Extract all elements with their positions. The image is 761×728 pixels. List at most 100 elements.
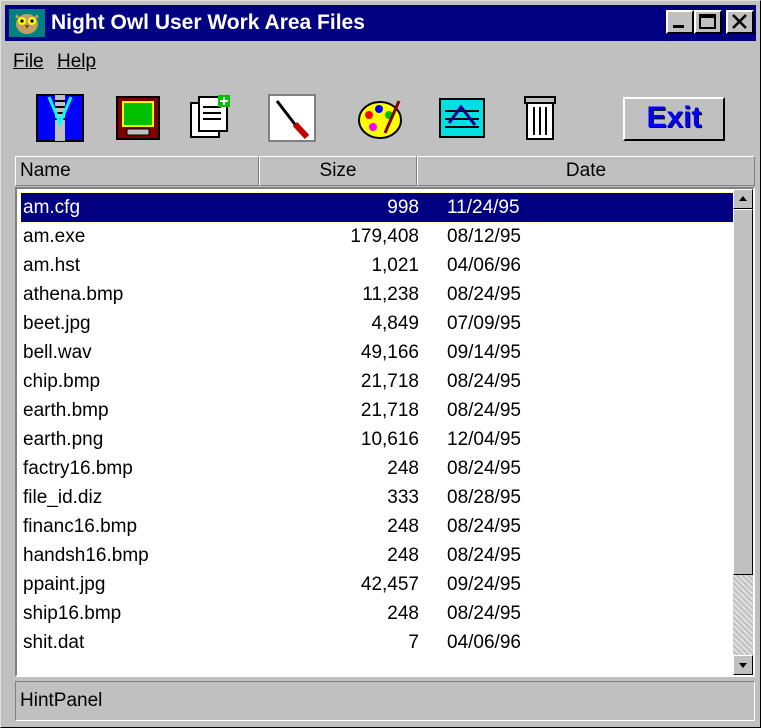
file-name: ppaint.jpg xyxy=(23,574,106,595)
menu-file[interactable]: File xyxy=(13,51,44,73)
file-rows: am.cfg 998 11/24/95 am.exe 179,408 08/12/95 am… xyxy=(20,192,734,657)
main-window: Night Owl User Work Area Files File Help xyxy=(0,0,761,728)
window-title: Night Owl User Work Area Files xyxy=(51,11,365,34)
monitor-icon[interactable] xyxy=(113,93,163,143)
file-row[interactable]: ship16.bmp 248 08/24/95 xyxy=(21,599,733,628)
menu-bar: File Help xyxy=(5,45,756,85)
owl-app-icon xyxy=(9,9,45,37)
file-size: 21,718 xyxy=(360,371,419,392)
file-row[interactable]: earth.bmp 21,718 08/24/95 xyxy=(21,396,733,425)
file-name: am.exe xyxy=(23,226,86,247)
file-size: 11,238 xyxy=(362,284,419,305)
palette-icon[interactable] xyxy=(355,93,405,143)
file-size: 42,457 xyxy=(360,574,419,595)
file-row[interactable]: financ16.bmp 248 08/24/95 xyxy=(21,512,733,541)
copy-new-icon[interactable] xyxy=(185,93,235,143)
file-row[interactable]: ppaint.jpg 42,457 09/24/95 xyxy=(21,570,733,599)
exit-button[interactable]: Exit xyxy=(623,97,725,141)
knife-icon[interactable] xyxy=(267,93,317,143)
file-name: file_id.diz xyxy=(23,487,103,508)
file-date: 08/24/95 xyxy=(447,516,521,537)
file-date: 08/24/95 xyxy=(447,603,521,624)
file-size: 248 xyxy=(387,516,419,537)
file-size: 998 xyxy=(387,197,419,218)
file-date: 07/09/95 xyxy=(447,313,521,334)
maximize-button[interactable] xyxy=(694,10,722,34)
file-row[interactable]: am.cfg 998 11/24/95 xyxy=(20,192,734,223)
scroll-thumb[interactable] xyxy=(733,209,753,575)
file-size: 248 xyxy=(387,603,419,624)
file-name: am.cfg xyxy=(23,197,81,218)
file-name: financ16.bmp xyxy=(23,516,138,537)
file-size: 248 xyxy=(387,545,419,566)
column-header: Name Size Date xyxy=(15,156,755,186)
file-name: chip.bmp xyxy=(23,371,101,392)
scan-image-icon[interactable] xyxy=(437,93,487,143)
vertical-scrollbar[interactable] xyxy=(733,189,753,675)
file-row[interactable]: am.exe 179,408 08/12/95 xyxy=(21,222,733,251)
file-size: 49,166 xyxy=(360,342,419,363)
hint-panel: HintPanel xyxy=(15,681,755,721)
file-date: 08/12/95 xyxy=(447,226,521,247)
file-date: 08/24/95 xyxy=(447,458,521,479)
file-date: 08/24/95 xyxy=(447,400,521,421)
file-date: 09/14/95 xyxy=(447,342,521,363)
file-date: 08/24/95 xyxy=(447,371,521,392)
file-row[interactable]: handsh16.bmp 248 08/24/95 xyxy=(21,541,733,570)
minimize-icon xyxy=(673,25,684,28)
file-row[interactable]: am.hst 1,021 04/06/96 xyxy=(21,251,733,280)
toolbar: Exit xyxy=(5,89,756,147)
file-date: 04/06/96 xyxy=(447,255,521,276)
file-row[interactable]: beet.jpg 4,849 07/09/95 xyxy=(21,309,733,338)
file-date: 12/04/95 xyxy=(447,429,521,450)
scroll-down-button[interactable] xyxy=(733,655,753,675)
file-date: 11/24/95 xyxy=(447,197,520,218)
close-icon xyxy=(732,14,747,29)
file-size: 179,408 xyxy=(350,226,419,247)
file-row[interactable]: file_id.diz 333 08/28/95 xyxy=(21,483,733,512)
file-row[interactable]: earth.png 10,616 12/04/95 xyxy=(21,425,733,454)
file-date: 08/28/95 xyxy=(447,487,521,508)
file-name: factry16.bmp xyxy=(23,458,133,479)
file-name: am.hst xyxy=(23,255,81,276)
file-size: 333 xyxy=(387,487,419,508)
file-name: bell.wav xyxy=(23,342,92,363)
zip-icon[interactable] xyxy=(35,93,85,143)
menu-file-label: File xyxy=(13,51,44,72)
file-name: handsh16.bmp xyxy=(23,545,149,566)
title-bar[interactable]: Night Owl User Work Area Files xyxy=(5,5,756,41)
file-date: 09/24/95 xyxy=(447,574,521,595)
file-row[interactable]: chip.bmp 21,718 08/24/95 xyxy=(21,367,733,396)
file-size: 248 xyxy=(387,458,419,479)
file-list[interactable]: am.cfg 998 11/24/95 am.exe 179,408 08/12/95 am… xyxy=(15,187,755,677)
file-date: 04/06/96 xyxy=(447,632,521,653)
file-row[interactable]: factry16.bmp 248 08/24/95 xyxy=(21,454,733,483)
scroll-track[interactable] xyxy=(733,575,753,655)
arrow-down-icon xyxy=(739,663,747,668)
column-name-header[interactable]: Name xyxy=(15,156,259,186)
file-row[interactable]: shit.dat 7 04/06/96 xyxy=(21,628,733,657)
file-size: 10,616 xyxy=(360,429,419,450)
file-size: 1,021 xyxy=(371,255,419,276)
file-name: ship16.bmp xyxy=(23,603,122,624)
arrow-up-icon xyxy=(739,196,747,201)
trash-can-icon[interactable] xyxy=(515,93,565,143)
column-date-header[interactable]: Date xyxy=(417,156,755,186)
maximize-icon xyxy=(699,14,716,29)
file-date: 08/24/95 xyxy=(447,545,521,566)
file-row[interactable]: athena.bmp 11,238 08/24/95 xyxy=(21,280,733,309)
file-size: 4,849 xyxy=(371,313,419,334)
close-button[interactable] xyxy=(726,10,754,34)
file-name: earth.png xyxy=(23,429,104,450)
file-name: earth.bmp xyxy=(23,400,109,421)
file-row[interactable]: bell.wav 49,166 09/14/95 xyxy=(21,338,733,367)
file-date: 08/24/95 xyxy=(447,284,521,305)
file-name: shit.dat xyxy=(23,632,85,653)
file-size: 21,718 xyxy=(360,400,419,421)
minimize-button[interactable] xyxy=(666,10,694,34)
menu-help-label: Help xyxy=(57,51,97,72)
scroll-up-button[interactable] xyxy=(733,189,753,209)
file-size: 7 xyxy=(408,632,419,653)
column-size-header[interactable]: Size xyxy=(259,156,417,186)
menu-help[interactable]: Help xyxy=(57,51,96,73)
